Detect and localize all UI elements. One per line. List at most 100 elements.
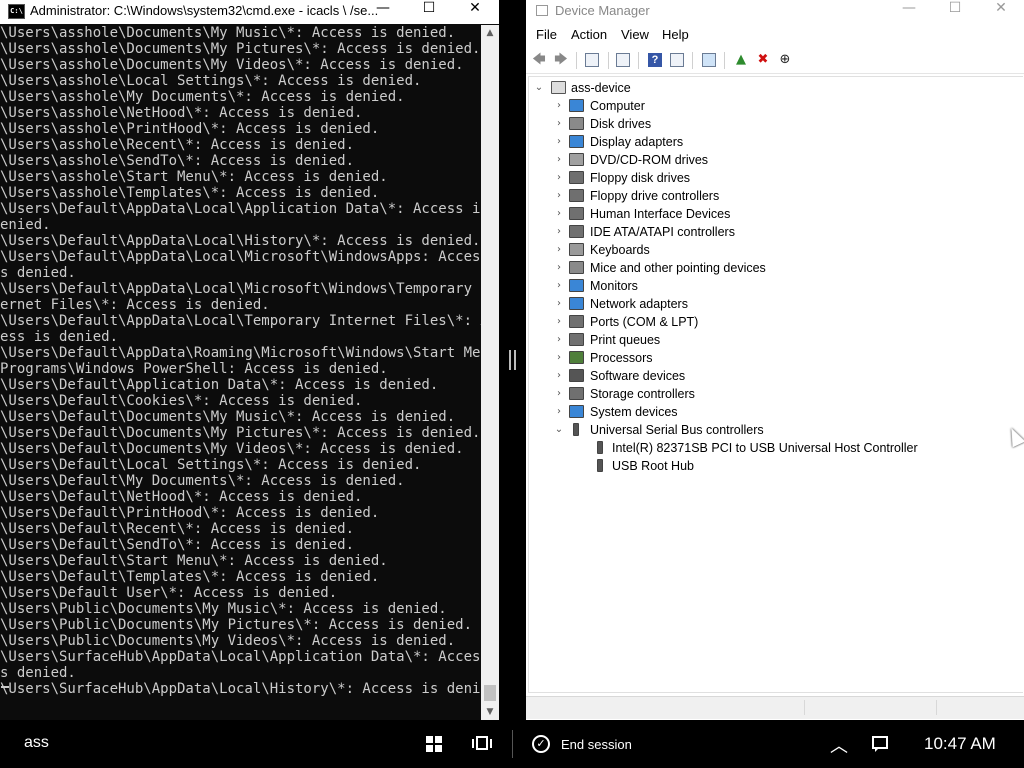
cmd-maximize-button[interactable]: ☐ [406, 0, 452, 24]
tree-category[interactable]: › Mice and other pointing devices [529, 259, 1019, 277]
console-line: \Users\SurfaceHub\AppData\Local\History\… [0, 681, 481, 697]
hid-icon [569, 207, 584, 220]
tree-item-label: Storage controllers [590, 387, 695, 401]
console-line: \Users\asshole\SendTo\*: Access is denie… [0, 153, 355, 169]
chevron-right-icon[interactable]: › [553, 225, 565, 239]
chevron-up-icon[interactable]: ︿ [830, 732, 848, 758]
chevron-right-icon[interactable]: › [553, 99, 565, 113]
chevron-down-icon[interactable]: ⌄ [553, 423, 565, 437]
clock-time[interactable]: 10:47 AM [924, 734, 996, 754]
tree-category[interactable]: › DVD/CD-ROM drives [529, 151, 1019, 169]
scroll-thumb[interactable] [484, 685, 496, 701]
tree-category[interactable]: › Display adapters [529, 133, 1019, 151]
cmd-title-bar[interactable]: C:\ Administrator: C:\Windows\system32\c… [0, 0, 499, 24]
action-pane-icon[interactable] [670, 53, 684, 67]
show-hide-console-tree-icon[interactable] [585, 53, 599, 67]
uninstall-icon[interactable]: ✖ [754, 51, 772, 69]
console-line: \Users\SurfaceHub\AppData\Local\Applicat… [0, 649, 481, 665]
tree-category[interactable]: › Disk drives [529, 115, 1019, 133]
cmd-close-button[interactable]: ✕ [452, 0, 498, 24]
root-device-name: ass-device [571, 81, 631, 95]
tree-category[interactable]: › Keyboards [529, 241, 1019, 259]
forward-arrow-icon[interactable]: 🡆 [552, 51, 570, 69]
menu-action[interactable]: Action [571, 27, 607, 42]
software-device-icon [569, 369, 584, 382]
chevron-right-icon[interactable]: › [553, 387, 565, 401]
tree-category[interactable]: › Floppy drive controllers [529, 187, 1019, 205]
chevron-right-icon[interactable]: › [553, 243, 565, 257]
back-arrow-icon[interactable]: 🡄 [530, 51, 548, 69]
toolbar-separator [724, 52, 725, 69]
disable-device-icon[interactable]: ⊕ [776, 51, 794, 69]
tree-category[interactable]: › System devices [529, 403, 1019, 421]
console-line: \Users\Default\Templates\*: Access is de… [0, 569, 380, 585]
chevron-right-icon[interactable]: › [553, 207, 565, 221]
chevron-right-icon[interactable]: › [553, 315, 565, 329]
chevron-right-icon[interactable]: › [553, 189, 565, 203]
chevron-right-icon[interactable]: › [553, 171, 565, 185]
scan-hardware-icon[interactable] [702, 53, 716, 67]
scroll-down-icon[interactable]: ▼ [481, 704, 499, 720]
tree-item-label: Software devices [590, 369, 686, 383]
tree-category[interactable]: › Ports (COM & LPT) [529, 313, 1019, 331]
tree-category[interactable]: › Print queues [529, 331, 1019, 349]
menu-file[interactable]: File [536, 27, 557, 42]
toolbar-separator [576, 52, 577, 69]
chevron-right-icon[interactable]: › [553, 351, 565, 365]
console-line: \Users\asshole\Documents\My Videos\*: Ac… [0, 57, 464, 73]
console-line: ernet Files\*: Access is denied. [0, 297, 270, 313]
console-line: \Users\asshole\NetHood\*: Access is deni… [0, 105, 363, 121]
menu-help[interactable]: Help [662, 27, 689, 42]
tree-root[interactable]: ⌄ ass-device [529, 79, 1019, 97]
checkmark-circle-icon[interactable]: ✓ [532, 735, 550, 753]
tree-category[interactable]: › Human Interface Devices [529, 205, 1019, 223]
chevron-right-icon[interactable]: › [553, 405, 565, 419]
cmd-window-title: Administrator: C:\Windows\system32\cmd.e… [30, 3, 379, 18]
divider-grip-icon[interactable] [509, 350, 516, 370]
tree-category[interactable]: › Computer [529, 97, 1019, 115]
tree-category[interactable]: › Software devices [529, 367, 1019, 385]
dm-close-button[interactable]: ✕ [978, 0, 1024, 24]
help-icon[interactable]: ? [648, 53, 662, 67]
device-tree[interactable]: ⌄ ass-device › Computer › Disk drives › Displ… [528, 76, 1023, 693]
scroll-up-icon[interactable]: ▲ [481, 25, 499, 41]
dm-title-bar[interactable]: Device Manager — ☐ ✕ [526, 0, 1024, 24]
tree-category[interactable]: › Network adapters [529, 295, 1019, 313]
cmd-scrollbar[interactable]: ▲ ▼ [481, 25, 499, 720]
console-line: \Users\asshole\Templates\*: Access is de… [0, 185, 380, 201]
console-line: \Users\Public\Documents\My Music\*: Acce… [0, 601, 447, 617]
task-view-icon[interactable] [472, 736, 494, 752]
floppy-controller-icon [569, 189, 584, 202]
start-windows-icon[interactable] [426, 736, 442, 752]
chevron-right-icon[interactable]: › [553, 297, 565, 311]
tree-category[interactable]: › IDE ATA/ATAPI controllers [529, 223, 1019, 241]
console-output[interactable]: \Users\asshole\Documents\My Music\*: Acc… [0, 25, 481, 720]
menu-view[interactable]: View [621, 27, 649, 42]
chevron-down-icon[interactable]: ⌄ [533, 81, 545, 95]
dm-minimize-button[interactable]: — [886, 0, 932, 24]
usb-icon [597, 441, 603, 454]
notification-icon[interactable] [872, 736, 888, 752]
tree-category[interactable]: › Storage controllers [529, 385, 1019, 403]
tree-category[interactable]: ⌄ Universal Serial Bus controllers [529, 421, 1019, 439]
tree-device[interactable]: Intel(R) 82371SB PCI to USB Universal Ho… [529, 439, 1019, 457]
chevron-right-icon[interactable]: › [553, 117, 565, 131]
tree-category[interactable]: › Monitors [529, 277, 1019, 295]
chevron-right-icon[interactable]: › [553, 279, 565, 293]
update-driver-icon[interactable]: ▲ [732, 51, 750, 69]
chevron-right-icon[interactable]: › [553, 153, 565, 167]
chevron-right-icon[interactable]: › [553, 261, 565, 275]
usb-icon [597, 459, 603, 472]
chevron-right-icon[interactable]: › [553, 135, 565, 149]
tree-device[interactable]: USB Root Hub [529, 457, 1019, 475]
snap-divider[interactable] [499, 0, 526, 720]
tree-category[interactable]: › Floppy disk drives [529, 169, 1019, 187]
user-name[interactable]: ass [24, 734, 49, 752]
cmd-minimize-button[interactable]: — [360, 0, 406, 24]
dm-maximize-button[interactable]: ☐ [932, 0, 978, 24]
end-session-button[interactable]: End session [561, 737, 632, 752]
tree-category[interactable]: › Processors [529, 349, 1019, 367]
chevron-right-icon[interactable]: › [553, 333, 565, 347]
chevron-right-icon[interactable]: › [553, 369, 565, 383]
properties-icon[interactable] [616, 53, 630, 67]
